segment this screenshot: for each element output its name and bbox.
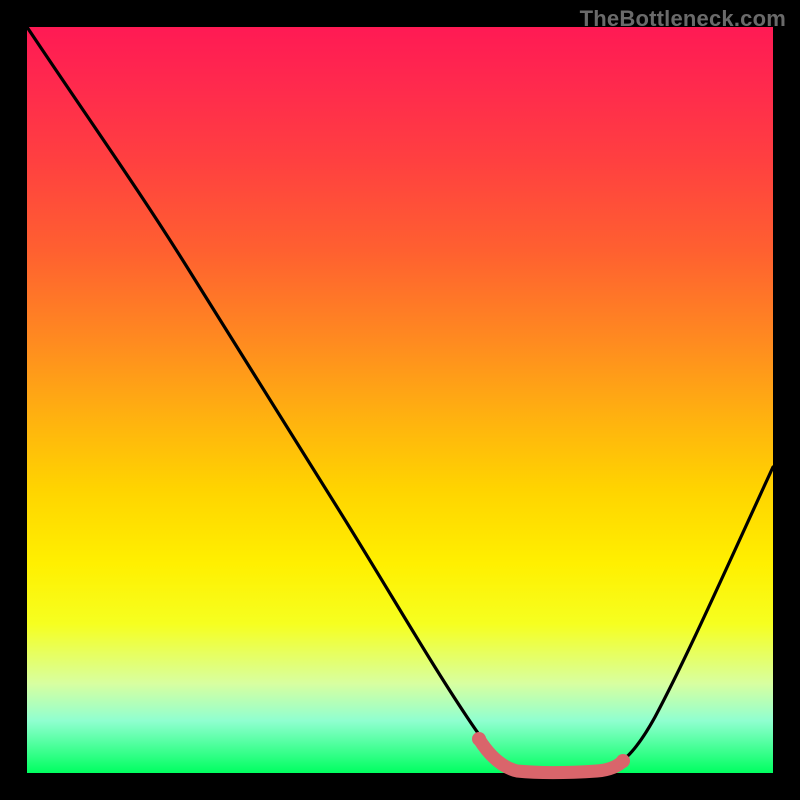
- chart-frame: TheBottleneck.com: [0, 0, 800, 800]
- plot-area: [27, 27, 773, 773]
- curve-svg: [27, 27, 773, 773]
- accent-start-dot: [472, 732, 486, 746]
- accent-end-dot: [616, 754, 630, 768]
- bottleneck-curve-path: [27, 27, 773, 773]
- accent-segment-path: [479, 739, 623, 773]
